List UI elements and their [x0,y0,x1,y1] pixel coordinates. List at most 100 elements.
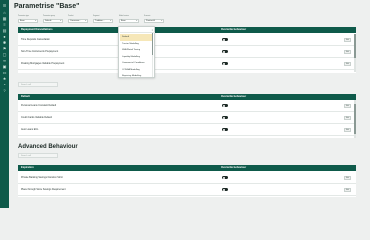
repayment-section: Repayment/Cancellations Overwrite behavi… [18,27,356,73]
menu-icon[interactable]: ☰ [2,4,7,8]
folder-icon[interactable]: ▭ [2,71,7,75]
home-icon[interactable]: ⌂ [2,11,7,15]
row-label: Non-Time Instruments Prepayment [21,50,59,53]
filter-select[interactable]: Base ▾ [119,18,139,23]
scroll-thumb[interactable] [354,34,356,58]
row-label: Place through Store Savings Requirement [21,188,66,191]
section-title[interactable]: Expiration [21,166,34,169]
section-header: Repayment/Cancellations Overwrite behavi… [18,27,356,33]
help-icon[interactable]: ? [2,89,7,93]
filter-label: Product [68,16,74,17]
edit-button[interactable]: Edit [344,175,351,180]
page-title: Parametrise "Base" [14,3,80,10]
filter-value: Consumer... [70,20,81,23]
scrollbar[interactable] [354,34,356,72]
chart-icon[interactable]: ▤ [2,29,7,33]
filter-parameter-group[interactable]: Parameter group Default ▾ [43,16,65,24]
calendar-icon[interactable]: ▣ [2,65,7,69]
overwrite-toggle[interactable] [222,104,228,107]
column-header-overwrite: Overwrite behaviour [221,95,247,99]
search-input[interactable]: Search cell [18,82,58,87]
grid-icon[interactable]: ▦ [2,17,7,21]
scrollbar[interactable] [354,100,356,138]
filter-select[interactable]: Base ▾ [18,18,38,23]
column-header-overwrite: Overwrite behaviour [221,166,247,170]
row-label: Time Deposits Cancellation [21,38,51,41]
doc-icon[interactable]: ▢ [2,53,7,57]
section-title[interactable]: Repayment/Cancellations [21,28,53,31]
list-icon[interactable]: ≡ [2,23,7,27]
filter-label: Segment [93,16,100,17]
edit-button[interactable]: Edit [344,37,351,42]
overwrite-toggle[interactable] [222,50,228,53]
close-icon[interactable]: × [152,29,153,32]
chevron-down-icon: ▾ [35,19,37,22]
bell-icon[interactable]: ◔ [2,83,7,87]
filter-label: Parameter group [43,16,55,17]
dropdown-option[interactable]: Repricing Modelling [120,73,153,80]
filter-label: Parameter type [18,16,29,17]
star-icon[interactable]: ★ [2,77,7,81]
overwrite-toggle[interactable] [222,116,228,119]
filter-select[interactable]: Product A ▾ [144,18,164,23]
filter-label: Scenario [144,16,151,17]
expiration-section: Expiration Overwrite behaviour Private B… [18,165,356,197]
chevron-down-icon: ▾ [60,19,62,22]
chevron-down-icon: ▾ [161,19,163,22]
overwrite-toggle[interactable] [222,38,228,41]
search-placeholder: Search cell [21,84,31,86]
table-row: Auto Loans ECL Edit [18,124,356,136]
filter-label: Model version [119,16,129,17]
overwrite-toggle[interactable] [222,188,228,191]
filter-segment[interactable]: Segment Tradition... ▾ [93,16,115,24]
flag-icon[interactable]: ⚑ [2,47,7,51]
overwrite-toggle[interactable] [222,176,228,179]
section-title[interactable]: Default [21,95,30,98]
advanced-search-input[interactable]: Search cell [18,153,58,158]
filter-parameter-type[interactable]: Parameter type Base ▾ [18,16,40,24]
link-icon[interactable]: ∞ [2,59,7,63]
table-row: Personal Loans Constant Default Edit [18,100,356,112]
row-label: Personal Loans Constant Default [21,104,57,107]
filter-select[interactable]: Consumer... ▾ [68,18,88,23]
nav-rail: ☰ ⌂ ▦ ≡ ▤ ● ✱ ⚑ ▢ ∞ ▣ ▭ ★ ◔ ? [0,0,9,208]
filter-model-version[interactable]: Model version Base ▾ [119,16,141,24]
chevron-down-icon: ▾ [85,19,87,22]
chevron-down-icon: ▾ [136,19,138,22]
row-label: Floating Mortgages Variable Prepayment [21,62,65,65]
user-icon[interactable]: ● [2,35,7,39]
filter-select[interactable]: Tradition... ▾ [93,18,113,23]
row-label: Auto Loans ECL [21,128,39,131]
table-row: Credit Cards Variable Default Edit [18,112,356,124]
scroll-thumb[interactable] [354,104,356,134]
edit-button[interactable]: Edit [344,61,351,66]
edit-button[interactable]: Edit [344,187,351,192]
dropdown-search-input[interactable]: × [120,28,155,33]
edit-button[interactable]: Edit [344,127,351,132]
table-row: Time Deposits Cancellation Edit [18,34,356,46]
app-window: ☰ ⌂ ▦ ≡ ▤ ● ✱ ⚑ ▢ ∞ ▣ ▭ ★ ◔ ? Parametris… [0,0,370,208]
filter-value: Base [20,20,25,23]
table-row: Place through Store Savings Requirement … [18,184,356,196]
search-placeholder: Search cell [21,155,31,157]
settings-icon[interactable]: ✱ [2,41,7,45]
table-row: Private Banking Savings Duration Strict … [18,172,356,184]
table-row: Non-Time Instruments Prepayment Edit [18,46,356,58]
overwrite-toggle[interactable] [222,128,228,131]
section-header: Expiration Overwrite behaviour [18,165,356,171]
row-label: Private Banking Savings Duration Strict [21,176,63,179]
section-dropdown: × Default Tractor Modelling SME/Retail T… [118,26,155,78]
filter-select[interactable]: Default ▾ [43,18,63,23]
scroll-thumb[interactable] [151,33,153,55]
edit-button[interactable]: Edit [344,115,351,120]
filter-value: Base [121,20,126,23]
chevron-down-icon: ▾ [110,19,112,22]
filter-scenario[interactable]: Scenario Product A ▾ [144,16,166,24]
filter-product[interactable]: Product Consumer... ▾ [68,16,90,24]
edit-button[interactable]: Edit [344,49,351,54]
edit-button[interactable]: Edit [344,103,351,108]
advanced-title: Advanced Behaviour [18,144,78,150]
overwrite-toggle[interactable] [222,62,228,65]
filter-value: Default [45,20,52,23]
dropdown-scrollbar[interactable] [151,33,153,77]
